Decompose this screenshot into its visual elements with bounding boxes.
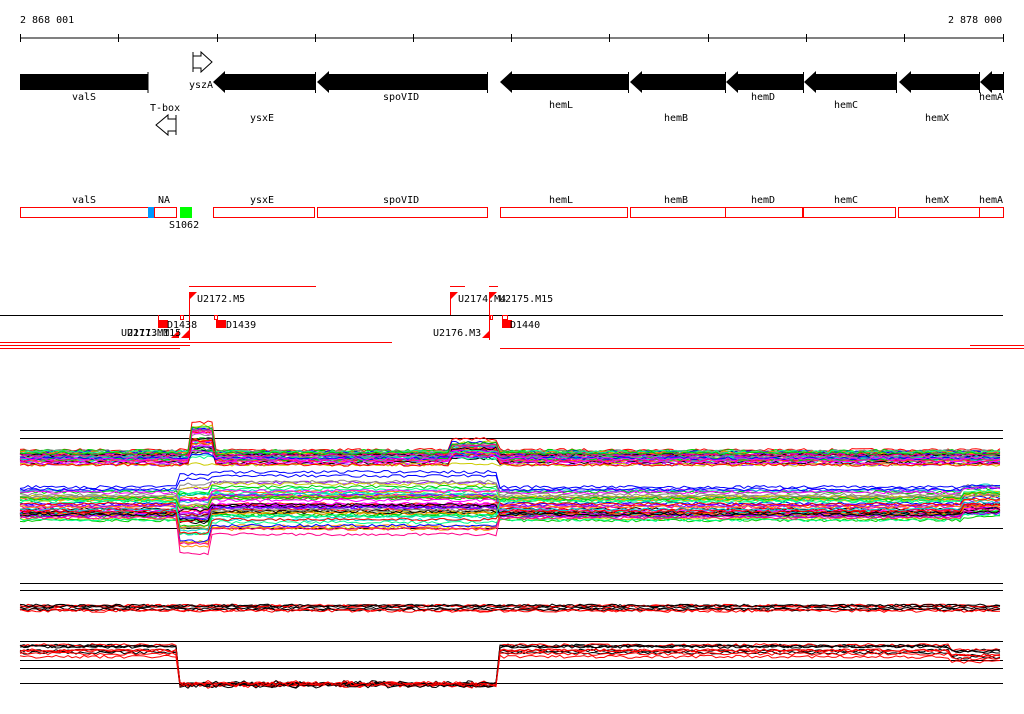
marker-label[interactable]: D1439 [226,320,256,331]
marker-flag-icon[interactable] [181,330,189,338]
coordinate-ruler: 2 868 001 2 878 000 [20,15,1004,42]
gene-label: hemA [979,92,1003,103]
ruler-start-label: 2 868 001 [20,15,74,26]
profile-trace [19,420,1001,453]
gene-spoVID[interactable] [317,71,488,93]
annotation-box-hemL[interactable] [500,207,628,218]
annotation-label: valS [72,195,96,206]
gene-hemX[interactable] [899,71,980,93]
marker-flag-icon[interactable] [482,330,490,338]
site-label: S1062 [169,220,199,231]
annotation-box-hemB[interactable] [630,207,726,218]
gene-label: hemC [834,100,858,111]
gene-label: spoVID [383,92,419,103]
annotation-box-hemC[interactable] [803,207,896,218]
gene-hemB[interactable] [630,71,726,93]
gene-label: yszA [189,80,213,91]
site-marker-S1062[interactable] [180,207,192,218]
annotation-box-hemA[interactable] [979,207,1004,218]
gene-label: ysxE [250,113,274,124]
gene-ysxE[interactable] [213,71,316,93]
profile-trace [19,473,1001,492]
marker-label[interactable]: D1440 [510,320,540,331]
marker-track: U2172.M5 U2174.M4 U2175.M15 D1438 D1439 … [0,286,1024,349]
gene-hemD[interactable] [726,71,804,93]
annotation-label: NA [158,195,170,206]
annotation-box-hemD[interactable] [725,207,803,218]
annotation-box-hemX[interactable] [898,207,980,218]
gene-label: hemX [925,113,949,124]
gene-label: hemB [664,113,688,124]
profile-trace [19,469,1001,490]
annotation-label: hemB [664,195,688,206]
annotation-track [20,207,1004,218]
marker-flag-icon[interactable] [189,292,197,300]
marker-label[interactable]: U2173.M15 [127,328,181,339]
gene-track: valS yszA T-box ysxE spoVID hemL hemB he… [20,50,1004,137]
gene-hemA[interactable] [980,71,1004,93]
marker-flag-icon[interactable] [216,320,226,328]
annotation-label: hemA [979,195,1003,206]
gene-label: valS [72,92,96,103]
gene-valS[interactable] [20,72,149,93]
gene-hemL[interactable] [500,71,629,93]
annotation-label: hemD [751,195,775,206]
marker-label[interactable]: U2175.M15 [499,294,553,305]
gene-label: hemL [549,100,573,111]
annotation-label: hemL [549,195,573,206]
expression-profiles [19,420,1003,689]
annotation-box-NA[interactable] [154,207,177,218]
ruler-end-label: 2 878 000 [948,15,1002,26]
annotation-label: hemC [834,195,858,206]
annotation-label: spoVID [383,195,419,206]
yszA-forward-arrow-icon[interactable] [192,50,213,74]
annotation-box-valS[interactable] [20,207,149,218]
genome-browser-canvas: 2 868 001 2 878 000 valS yszA T-box ysxE… [0,15,1024,689]
marker-label[interactable]: U2172.M5 [197,294,245,305]
marker-label[interactable]: U2176.M3 [433,328,481,339]
annotation-box-spoVID[interactable] [317,207,488,218]
marker-flag-icon[interactable] [450,292,458,300]
annotation-label: hemX [925,195,949,206]
annotation-label: ysxE [250,195,274,206]
gene-label: T-box [150,103,180,114]
gene-label: hemD [751,92,775,103]
gene-hemC[interactable] [804,71,897,93]
tbox-reverse-arrow-icon[interactable] [155,113,177,137]
annotation-box-ysxE[interactable] [213,207,315,218]
promoter-marker[interactable] [148,207,154,218]
